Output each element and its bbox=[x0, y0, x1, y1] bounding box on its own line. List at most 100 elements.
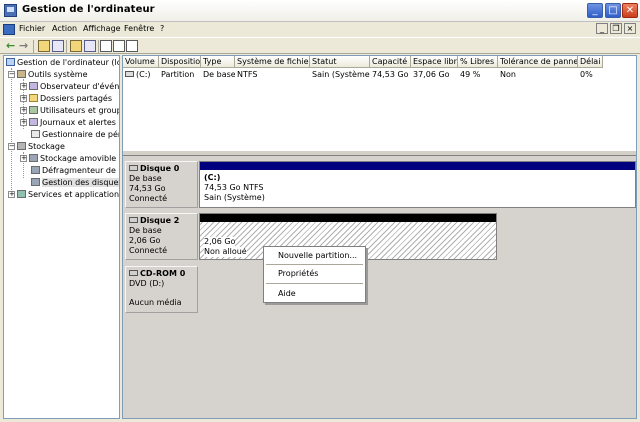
expand-icon[interactable]: + bbox=[20, 95, 27, 102]
cell-disposition: Partition bbox=[161, 70, 195, 79]
table-row[interactable]: (C:) bbox=[123, 69, 159, 80]
column-header-statut[interactable]: Statut bbox=[310, 56, 370, 68]
disk0-header[interactable]: Disque 0 De base 74,53 Go Connecté bbox=[125, 161, 198, 208]
column-header-disposition[interactable]: Disposition bbox=[159, 56, 201, 68]
menu-affichage[interactable]: Affichage bbox=[83, 24, 121, 33]
primary-partition-bar bbox=[200, 162, 635, 170]
console-tree[interactable]: Gestion de l'ordinateur (local) −Outils … bbox=[3, 55, 120, 419]
menu-separator bbox=[266, 283, 363, 284]
disk2-status: Connecté bbox=[129, 246, 167, 255]
expand-icon[interactable]: + bbox=[20, 119, 27, 126]
tree-item-observateur[interactable]: +Observateur d'événements bbox=[20, 81, 119, 92]
menu-fichier[interactable]: Fichier bbox=[19, 24, 45, 33]
unallocated-status: Non alloué bbox=[204, 247, 247, 257]
disk-icon bbox=[129, 165, 138, 171]
toolbar: ← → bbox=[0, 37, 640, 54]
volume-icon bbox=[125, 71, 134, 77]
tree-item-amovible[interactable]: + Stockage amovible bbox=[20, 153, 116, 164]
disk-management-icon bbox=[31, 178, 40, 186]
expand-icon[interactable]: + bbox=[8, 191, 15, 198]
shared-folder-icon bbox=[29, 94, 38, 102]
child-restore-button[interactable]: ❐ bbox=[610, 23, 622, 34]
collapse-icon[interactable]: − bbox=[8, 71, 15, 78]
column-header-capacite[interactable]: Capacité bbox=[370, 56, 411, 68]
minimize-button[interactable]: _ bbox=[587, 3, 603, 18]
tree-item-dossiers[interactable]: + Dossiers partagés bbox=[20, 93, 112, 104]
expand-icon[interactable]: + bbox=[20, 155, 27, 162]
users-icon bbox=[29, 106, 38, 114]
column-header-volume[interactable]: Volume bbox=[123, 56, 159, 68]
title-bar: Gestion de l'ordinateur _ □ ✕ bbox=[0, 0, 640, 22]
maximize-button[interactable]: □ bbox=[605, 3, 621, 18]
column-header-filesystem[interactable]: Système de fichiers bbox=[235, 56, 310, 68]
partition-c[interactable]: (C:) 74,53 Go NTFS Sain (Système) bbox=[199, 161, 636, 208]
column-header-type[interactable]: Type bbox=[201, 56, 235, 68]
back-arrow-icon[interactable]: ← bbox=[6, 40, 18, 52]
disk-graphical-view[interactable]: Disque 0 De base 74,53 Go Connecté (C:) … bbox=[123, 156, 636, 418]
expand-icon[interactable]: + bbox=[20, 107, 27, 114]
menu-help[interactable]: ? bbox=[160, 24, 164, 33]
partition-c-size: 74,53 Go NTFS bbox=[204, 183, 264, 192]
collapse-icon[interactable]: − bbox=[8, 143, 15, 150]
menu-fenetre[interactable]: Fenêtre bbox=[124, 24, 154, 33]
tree-item-services[interactable]: + Services et applications bbox=[8, 189, 119, 200]
performance-log-icon bbox=[29, 118, 38, 126]
cell-espace-libre: 37,06 Go bbox=[413, 70, 450, 79]
defragmenter-icon bbox=[31, 166, 40, 174]
tree-item-root[interactable]: Gestion de l'ordinateur (local) bbox=[6, 57, 119, 68]
tree-item-outils[interactable]: − Outils système bbox=[8, 69, 88, 80]
console-icon[interactable] bbox=[3, 24, 15, 35]
cell-tolerance: Non bbox=[500, 70, 516, 79]
computer-icon bbox=[6, 58, 15, 66]
cdrom-icon bbox=[129, 270, 138, 276]
column-header-pct-libres[interactable]: % Libres bbox=[458, 56, 498, 68]
tree-item-stockage[interactable]: − Stockage bbox=[8, 141, 65, 152]
tree-item-peripheriques[interactable]: Gestionnaire de périphériques bbox=[31, 129, 119, 140]
tree-item-utilisateurs[interactable]: +Utilisateurs et groupes locaux bbox=[20, 105, 119, 116]
menu-item-new-partition[interactable]: Nouvelle partition... bbox=[278, 251, 357, 261]
close-button[interactable]: ✕ bbox=[622, 3, 638, 18]
disk0-status: Connecté bbox=[129, 194, 167, 203]
up-folder-icon[interactable] bbox=[38, 40, 50, 52]
cdrom-type: DVD (D:) bbox=[129, 279, 165, 288]
unallocated-size: 2,06 Go bbox=[204, 237, 236, 247]
tree-item-defrag[interactable]: Défragmenteur de disque bbox=[31, 165, 119, 176]
disk-icon bbox=[129, 217, 138, 223]
partition-c-label: (C:) bbox=[204, 173, 221, 182]
tree-item-disques[interactable]: Gestion des disques bbox=[31, 177, 119, 188]
child-minimize-button[interactable]: _ bbox=[596, 23, 608, 34]
column-header-tolerance[interactable]: Tolérance de pannes bbox=[498, 56, 578, 68]
unallocated-bar bbox=[200, 214, 496, 222]
refresh-icon[interactable] bbox=[84, 40, 96, 52]
toolbar-separator bbox=[33, 40, 34, 53]
tools-icon bbox=[17, 70, 26, 78]
child-close-button[interactable]: × bbox=[624, 23, 636, 34]
cdrom-media: Aucun média bbox=[129, 298, 182, 307]
cell-filesystem: NTFS bbox=[237, 70, 258, 79]
expand-icon[interactable]: + bbox=[20, 83, 27, 90]
forward-arrow-icon[interactable]: → bbox=[19, 40, 31, 52]
cell-type: De base bbox=[203, 70, 235, 79]
menu-item-properties[interactable]: Propriétés bbox=[278, 269, 318, 279]
column-header-espace-libre[interactable]: Espace libre bbox=[411, 56, 458, 68]
column-header-delai[interactable]: Délai bbox=[578, 56, 603, 68]
properties-icon[interactable] bbox=[70, 40, 82, 52]
help-icon[interactable] bbox=[100, 40, 112, 52]
show-tree-icon[interactable] bbox=[52, 40, 64, 52]
disk2-size: 2,06 Go bbox=[129, 236, 161, 245]
view-icon[interactable] bbox=[126, 40, 138, 52]
cell-statut: Sain (Système) bbox=[312, 70, 370, 79]
menu-bar: Fichier Action Affichage Fenêtre ? bbox=[0, 22, 640, 37]
cdrom-header[interactable]: CD-ROM 0 DVD (D:) Aucun média bbox=[125, 266, 198, 313]
settings-icon[interactable] bbox=[113, 40, 125, 52]
toolbar-separator bbox=[98, 40, 99, 53]
cell-capacite: 74,53 Go bbox=[372, 70, 409, 79]
menu-item-help[interactable]: Aide bbox=[278, 289, 296, 299]
event-viewer-icon bbox=[29, 82, 38, 90]
menu-action[interactable]: Action bbox=[52, 24, 77, 33]
tree-item-journaux[interactable]: +Journaux et alertes de performance bbox=[20, 117, 119, 128]
cell-pct-libres: 49 % bbox=[460, 70, 481, 79]
disk2-header[interactable]: Disque 2 De base 2,06 Go Connecté bbox=[125, 213, 198, 260]
computer-management-icon bbox=[4, 4, 17, 17]
details-pane[interactable]: Volume Disposition Type Système de fichi… bbox=[122, 55, 637, 419]
